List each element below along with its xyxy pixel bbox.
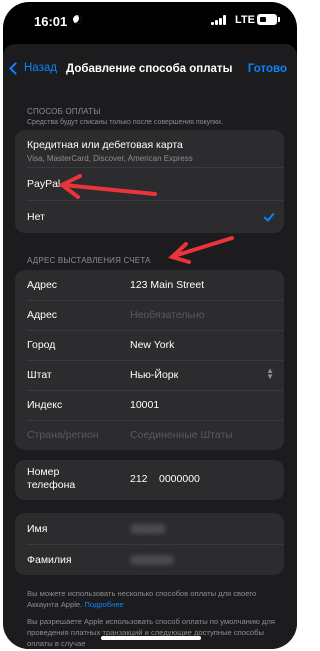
country-row: Страна/регион Соединенные Штаты bbox=[15, 420, 284, 450]
payment-sheet: Назад Добавление способа оплаты Готово С… bbox=[3, 44, 297, 649]
back-button[interactable]: Назад bbox=[8, 61, 57, 75]
zip-field[interactable]: 10001 bbox=[130, 399, 159, 411]
payment-section-header: Способ оплаты bbox=[27, 107, 101, 116]
back-label: Назад bbox=[24, 62, 57, 74]
payment-option-paypal[interactable]: PayPal bbox=[15, 167, 284, 200]
phone-area-code-field[interactable]: 212 bbox=[130, 473, 148, 485]
country-label: Страна/регион bbox=[27, 429, 99, 441]
moon-icon bbox=[73, 15, 82, 24]
footer-note-2: Вы разрешаете Apple использовать способ … bbox=[27, 617, 275, 648]
state-label: Штат bbox=[27, 369, 52, 381]
country-value: Соединенные Штаты bbox=[130, 429, 233, 441]
phone-label-line1: Номер bbox=[27, 466, 60, 478]
status-bar: 16:01 LTE bbox=[3, 2, 297, 42]
city-field[interactable]: New York bbox=[130, 339, 174, 351]
status-time: 16:01 bbox=[34, 14, 68, 29]
city-row[interactable]: Город New York bbox=[15, 330, 284, 360]
page-title: Добавление способа оплаты bbox=[66, 63, 233, 75]
address-line1-field[interactable]: 123 Main Street bbox=[130, 279, 204, 291]
phone-number-field[interactable]: 0000000 bbox=[159, 473, 200, 485]
address-line1-row[interactable]: Адрес 123 Main Street bbox=[15, 270, 284, 300]
last-name-field[interactable] bbox=[130, 555, 174, 565]
address-line1-label: Адрес bbox=[27, 279, 58, 291]
battery-icon bbox=[257, 14, 280, 25]
paypal-option-label: PayPal bbox=[27, 178, 61, 190]
phone-group: Номер телефона 212 0000000 bbox=[15, 460, 284, 500]
payment-section-subheader: Средства будут списаны только после сове… bbox=[27, 119, 223, 126]
card-option-title: Кредитная или дебетовая карта bbox=[27, 139, 183, 151]
first-name-row[interactable]: Имя bbox=[15, 513, 284, 544]
footer-note-1: Вы можете использовать несколько способо… bbox=[27, 588, 277, 610]
chevron-updown-icon[interactable]: ▲ ▼ bbox=[266, 367, 274, 381]
address-line2-row[interactable]: Адрес Необязательно bbox=[15, 300, 284, 330]
phone-label: Номер телефона bbox=[27, 466, 75, 492]
signal-icon bbox=[211, 15, 229, 25]
zip-label: Индекс bbox=[27, 399, 63, 411]
city-label: Город bbox=[27, 339, 56, 351]
state-picker[interactable]: Нью-Йорк bbox=[130, 369, 178, 381]
first-name-field[interactable] bbox=[130, 524, 166, 534]
checkmark-icon bbox=[263, 210, 275, 222]
billing-address-group: Адрес 123 Main Street Адрес Необязательн… bbox=[15, 270, 284, 450]
billing-section-header: Адрес выставления счета bbox=[27, 256, 151, 265]
phone-screen: 16:01 LTE Назад Добавление способа оплат… bbox=[3, 2, 297, 649]
last-name-row[interactable]: Фамилия bbox=[15, 544, 284, 575]
payment-method-group: Кредитная или дебетовая карта Visa, Mast… bbox=[15, 130, 284, 233]
payment-option-card[interactable]: Кредитная или дебетовая карта Visa, Mast… bbox=[15, 130, 284, 167]
network-type: LTE bbox=[235, 14, 255, 26]
learn-more-link[interactable]: Подробнее bbox=[84, 600, 123, 609]
none-option-label: Нет bbox=[27, 211, 45, 223]
phone-row[interactable]: Номер телефона 212 0000000 bbox=[15, 460, 284, 500]
nav-bar: Назад Добавление способа оплаты Готово bbox=[3, 44, 297, 96]
payment-option-none[interactable]: Нет bbox=[15, 200, 284, 233]
card-option-subtitle: Visa, MasterCard, Discover, American Exp… bbox=[27, 154, 193, 163]
done-button[interactable]: Готово bbox=[248, 63, 287, 75]
zip-row[interactable]: Индекс 10001 bbox=[15, 390, 284, 420]
last-name-label: Фамилия bbox=[27, 554, 72, 566]
address-line2-label: Адрес bbox=[27, 309, 58, 321]
chevron-left-icon bbox=[9, 61, 22, 75]
state-row[interactable]: Штат Нью-Йорк ▲ ▼ bbox=[15, 360, 284, 390]
first-name-label: Имя bbox=[27, 523, 48, 535]
footer-text-1: Вы можете использовать несколько способо… bbox=[27, 589, 257, 609]
address-line2-field[interactable]: Необязательно bbox=[130, 309, 205, 321]
name-group: Имя Фамилия bbox=[15, 513, 284, 575]
phone-label-line2: телефона bbox=[27, 479, 76, 491]
home-indicator[interactable] bbox=[101, 636, 201, 640]
